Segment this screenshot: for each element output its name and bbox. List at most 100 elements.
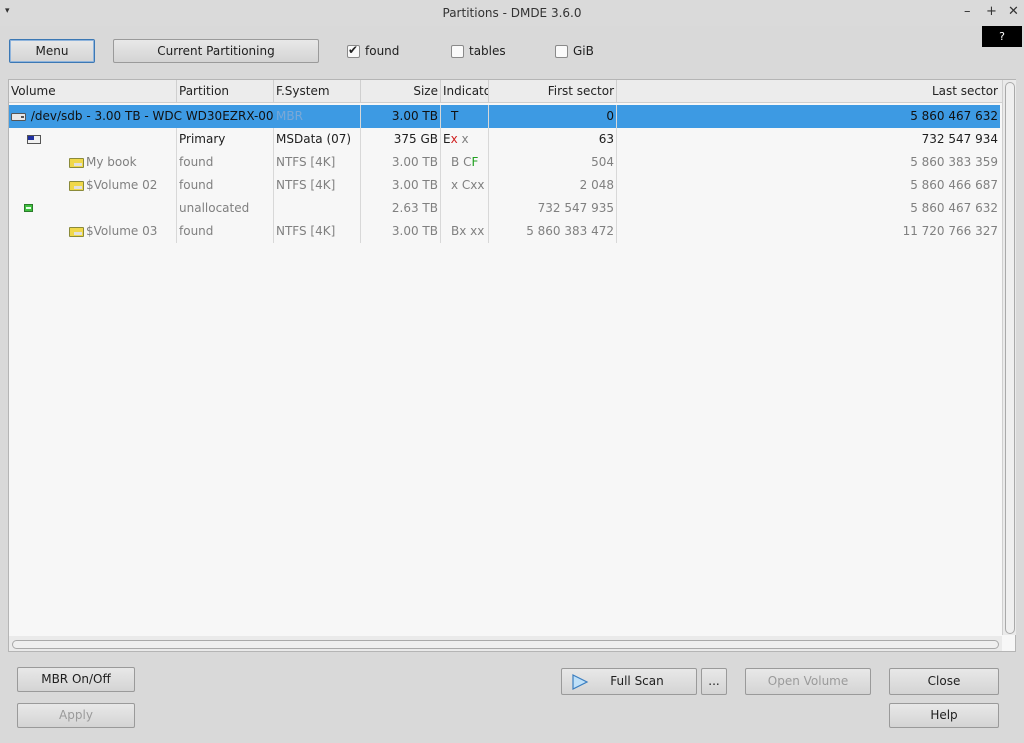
indicator-f: F <box>471 155 479 169</box>
found-check-icon[interactable] <box>347 43 360 58</box>
horizontal-scrollbar[interactable] <box>9 636 1002 651</box>
fs-cell: MSData (07) <box>274 128 361 151</box>
found-checkbox[interactable]: found <box>347 43 400 58</box>
indicator-cell: T <box>441 105 489 128</box>
fs-cell: NTFS [4K] <box>274 220 361 243</box>
table-row[interactable]: $Volume 03 found NTFS [4K] 3.00 TB Bx xx… <box>9 220 1000 243</box>
column-header-fsystem[interactable]: F.System <box>274 80 361 102</box>
table-row[interactable]: unallocated 2.63 TB 732 547 935 5 860 46… <box>9 197 1000 220</box>
size-cell: 3.00 TB <box>361 220 441 243</box>
maximize-icon[interactable]: + <box>986 5 997 19</box>
indicator-cell <box>441 197 489 220</box>
volume-icon <box>69 180 84 191</box>
full-scan-label: Full Scan <box>610 674 664 688</box>
volume-cell: /dev/sdb - 3.00 TB - WDC WD30EZRX-00S... <box>9 105 274 128</box>
last-sector-cell: 732 547 934 <box>921 132 998 146</box>
mbr-on-off-label: MBR On/Off <box>41 672 111 686</box>
menu-button[interactable]: Menu <box>9 39 95 63</box>
close-label: Close <box>927 674 961 688</box>
indicator-x-red: x <box>450 132 458 146</box>
tables-checkbox[interactable]: tables <box>451 44 506 58</box>
gib-check-icon[interactable] <box>555 44 568 58</box>
partition-icon <box>27 135 41 144</box>
volume-label: $Volume 02 <box>86 178 158 192</box>
volume-cell: My book <box>9 151 177 174</box>
first-sector-cell: 0 <box>489 105 617 128</box>
volume-cell <box>9 197 177 220</box>
first-sector-cell: 2 048 <box>489 174 617 197</box>
table-row[interactable]: $Volume 02 found NTFS [4K] 3.00 TB x Cxx… <box>9 174 1000 197</box>
minimize-icon[interactable]: – <box>964 5 971 19</box>
apply-label: Apply <box>59 708 93 722</box>
play-icon <box>572 674 589 690</box>
title-bar: ▾ Partitions - DMDE 3.6.0 – + ✕ <box>0 0 1024 26</box>
last-sector-cell: 11 720 766 327 <box>902 224 998 238</box>
found-checkbox-label: found <box>365 44 400 58</box>
tables-check-icon[interactable] <box>451 44 464 58</box>
size-cell: 3.00 TB <box>361 105 441 128</box>
apply-button[interactable]: Apply <box>17 703 135 728</box>
volume-icon <box>69 157 84 168</box>
last-sector-cell: 5 860 467 632 <box>910 201 998 215</box>
volume-cell: $Volume 02 <box>9 174 177 197</box>
size-cell: 375 GB <box>361 128 441 151</box>
close-window-icon[interactable]: ✕ <box>1008 5 1019 19</box>
vertical-scrollbar[interactable] <box>1002 80 1016 635</box>
more-options-button[interactable]: ... <box>701 668 727 695</box>
indicator-cell: Bx xx <box>441 220 489 243</box>
column-header-first-sector[interactable]: First sector <box>489 80 617 102</box>
column-header-size[interactable]: Size <box>361 80 441 102</box>
help-label: Help <box>930 708 958 722</box>
current-partitioning-label: Current Partitioning <box>157 44 275 58</box>
size-cell: 3.00 TB <box>361 151 441 174</box>
fs-cell: NTFS [4K] <box>274 174 361 197</box>
column-header-last-sector[interactable]: Last sector <box>617 80 1000 102</box>
table-row[interactable]: Primary MSData (07) 375 GB Ex x 63 732 5… <box>9 128 1000 151</box>
mbr-on-off-button[interactable]: MBR On/Off <box>17 667 135 692</box>
hard-disk-icon <box>11 112 26 121</box>
partition-cell: Primary <box>177 128 274 151</box>
full-scan-button[interactable]: Full Scan <box>561 668 697 695</box>
open-volume-button[interactable]: Open Volume <box>745 668 871 695</box>
fs-cell <box>274 197 361 220</box>
current-partitioning-button[interactable]: Current Partitioning <box>113 39 319 63</box>
column-header-indicators[interactable]: Indicato <box>441 80 489 102</box>
volume-icon <box>69 226 84 237</box>
close-button[interactable]: Close <box>889 668 999 695</box>
context-help-button[interactable]: ? <box>982 26 1022 47</box>
indicator-cell: B CF <box>441 151 489 174</box>
last-sector-cell: 5 860 466 687 <box>910 178 998 192</box>
vertical-scrollbar-thumb[interactable] <box>1005 82 1015 634</box>
window-title: Partitions - DMDE 3.6.0 <box>442 6 582 20</box>
disk-label: /dev/sdb - 3.00 TB - WDC WD30EZRX-00S... <box>30 109 274 123</box>
volume-label: My book <box>86 155 137 169</box>
partition-cell: found <box>177 151 274 174</box>
size-cell: 3.00 TB <box>361 174 441 197</box>
first-sector-cell: 5 860 383 472 <box>489 220 617 243</box>
fs-cell: NTFS [4K] <box>274 151 361 174</box>
tables-checkbox-label: tables <box>469 44 506 58</box>
indicator-cell: Ex x <box>441 128 489 151</box>
last-sector-cell: 5 860 467 632 <box>910 109 998 123</box>
menu-button-label: Menu <box>35 44 69 58</box>
help-button[interactable]: Help <box>889 703 999 728</box>
volume-cell: $Volume 03 <box>9 220 177 243</box>
indicator-cell: x Cxx <box>441 174 489 197</box>
table-header: Volume Partition F.System Size Indicato … <box>9 80 1002 103</box>
volume-label: $Volume 03 <box>86 224 158 238</box>
horizontal-scrollbar-thumb[interactable] <box>12 640 999 649</box>
indicator-x: x <box>461 132 469 146</box>
column-header-volume[interactable]: Volume <box>9 80 177 102</box>
indicator-e: E <box>443 132 451 146</box>
open-volume-label: Open Volume <box>767 674 849 688</box>
partitions-table[interactable]: Volume Partition F.System Size Indicato … <box>8 79 1016 652</box>
table-row[interactable]: /dev/sdb - 3.00 TB - WDC WD30EZRX-00S...… <box>9 105 1000 128</box>
unallocated-icon <box>24 204 33 212</box>
gib-checkbox-label: GiB <box>573 44 594 58</box>
column-header-partition[interactable]: Partition <box>177 80 274 102</box>
first-sector-cell: 63 <box>489 128 617 151</box>
gib-checkbox[interactable]: GiB <box>555 44 594 58</box>
more-options-label: ... <box>708 674 720 688</box>
table-row[interactable]: My book found NTFS [4K] 3.00 TB B CF 504… <box>9 151 1000 174</box>
indicator-b: B <box>451 155 460 169</box>
